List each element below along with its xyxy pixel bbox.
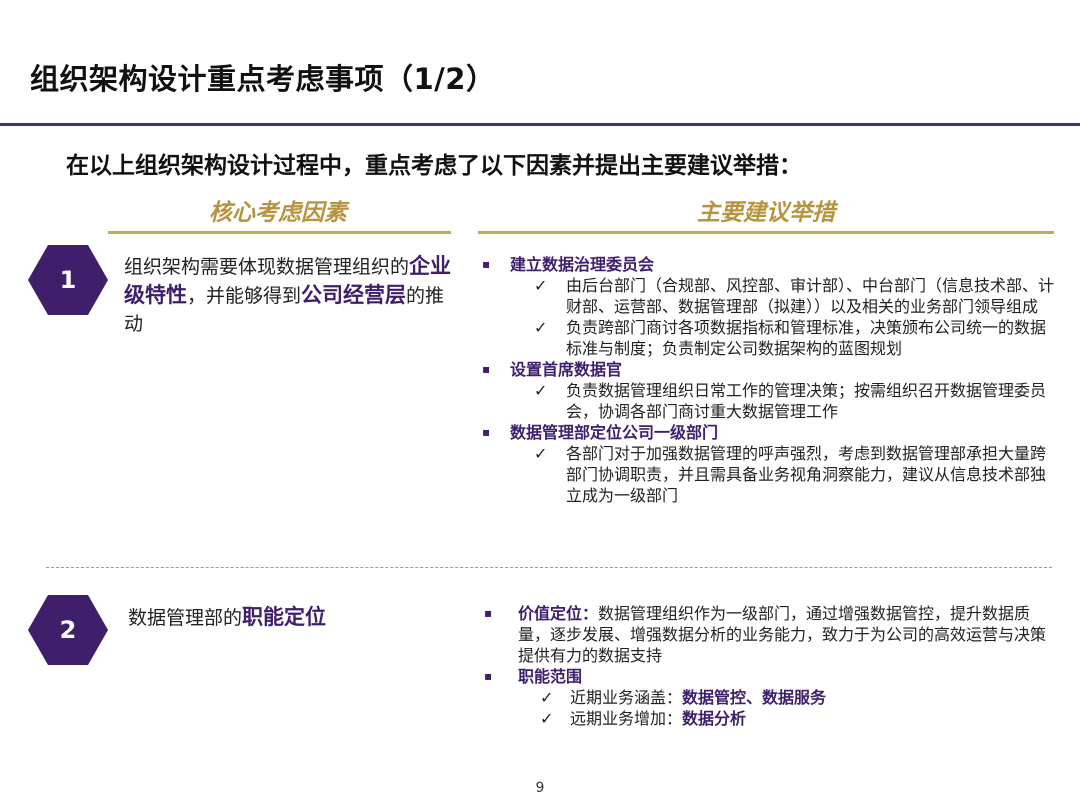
section-2-factor: 数据管理部的职能定位: [128, 603, 458, 632]
near-term-label: 近期业务涵盖：: [570, 688, 683, 707]
measure-item: ▪ 职能范围: [484, 666, 1060, 687]
function-scope-label: 职能范围: [518, 667, 583, 686]
measure-check: ✓ 由后台部门（合规部、风控部、审计部）、中台部门（信息技术部、计财部、运营部、数…: [482, 275, 1058, 317]
long-term-value: 数据分析: [682, 709, 747, 728]
check-icon: ✓: [534, 381, 548, 400]
measure-item: ▪ 建立数据治理委员会: [482, 254, 1058, 275]
factor-emphasis: 职能定位: [242, 605, 327, 629]
section-divider: [46, 567, 1052, 568]
page-title: 组织架构设计重点考虑事项（1/2）: [30, 62, 496, 96]
measure-item: ▪ 设置首席数据官: [482, 359, 1058, 380]
page-number: 9: [535, 780, 545, 796]
section-2-number-badge: 2: [28, 595, 108, 665]
bullet-square-icon: ▪: [482, 257, 491, 271]
factor-text: 组织架构需要体现数据管理组织的: [124, 256, 410, 278]
column-header-factors: 核心考虑因素: [209, 200, 347, 226]
measure-check: ✓ 负责数据管理组织日常工作的管理决策；按需组织召开数据管理委员会，协调各部门商讨…: [482, 380, 1058, 422]
section-1-factor: 组织架构需要体现数据管理组织的企业级特性，并能够得到公司经营层的推动: [124, 252, 454, 338]
value-position-label: 价值定位：: [518, 604, 599, 623]
section-1-measures: ▪ 建立数据治理委员会 ✓ 由后台部门（合规部、风控部、审计部）、中台部门（信息技术…: [482, 254, 1058, 506]
factor-emphasis: 公司经营层: [301, 283, 407, 307]
check-icon: ✓: [540, 688, 554, 707]
measure-item: ▪ 数据管理部定位公司一级部门: [482, 422, 1058, 443]
measure-check: ✓ 远期业务增加：数据分析: [484, 708, 1060, 729]
factor-text: 数据管理部的: [128, 607, 243, 629]
measure-heading: 数据管理部定位公司一级部门: [510, 423, 719, 442]
measure-check: ✓ 近期业务涵盖：数据管控、数据服务: [484, 687, 1060, 708]
title-underline: [0, 123, 1080, 126]
bullet-square-icon: ▪: [484, 669, 493, 683]
check-icon: ✓: [540, 709, 554, 728]
factor-text: ，并能够得到: [187, 285, 302, 307]
section-2-measures: ▪ 价值定位：数据管理组织作为一级部门，通过增强数据管控，提升数据质量，逐步发展、…: [484, 603, 1060, 729]
section-1-number-badge: 1: [28, 245, 108, 315]
bullet-square-icon: ▪: [482, 425, 491, 439]
measure-check: ✓ 各部门对于加强数据管理的呼声强烈，考虑到数据管理部承担大量跨部门协调职责，并且…: [482, 443, 1058, 506]
measure-check: ✓ 负责跨部门商讨各项数据指标和管理标准，决策颁布公司统一的数据标准与制度；负责制…: [482, 317, 1058, 359]
column-header-measures: 主要建议举措: [697, 200, 835, 226]
bullet-square-icon: ▪: [482, 362, 491, 376]
measure-check-text: 负责数据管理组织日常工作的管理决策；按需组织召开数据管理委员会，协调各部门商讨重…: [566, 381, 1047, 421]
measure-check-text: 各部门对于加强数据管理的呼声强烈，考虑到数据管理部承担大量跨部门协调职责，并且需…: [566, 444, 1047, 505]
near-term-value: 数据管控、数据服务: [682, 688, 827, 707]
check-icon: ✓: [534, 444, 548, 463]
measure-heading: 设置首席数据官: [510, 360, 623, 379]
column-rule-measures: [478, 231, 1054, 234]
long-term-label: 远期业务增加：: [570, 709, 683, 728]
check-icon: ✓: [534, 276, 548, 295]
bullet-square-icon: ▪: [484, 606, 493, 620]
value-position-text: 数据管理组织作为一级部门，通过增强数据管控，提升数据质量，逐步发展、增强数据分析…: [518, 604, 1047, 665]
measure-check-text: 由后台部门（合规部、风控部、审计部）、中台部门（信息技术部、计财部、运营部、数据…: [566, 276, 1055, 316]
measure-heading: 建立数据治理委员会: [510, 255, 655, 274]
measure-item: ▪ 价值定位：数据管理组织作为一级部门，通过增强数据管控，提升数据质量，逐步发展、…: [484, 603, 1060, 666]
measure-check-text: 负责跨部门商讨各项数据指标和管理标准，决策颁布公司统一的数据标准与制度；负责制定…: [566, 318, 1047, 358]
column-rule-factors: [108, 231, 451, 234]
page-subtitle: 在以上组织架构设计过程中，重点考虑了以下因素并提出主要建议举措：: [66, 153, 802, 179]
check-icon: ✓: [534, 318, 548, 337]
